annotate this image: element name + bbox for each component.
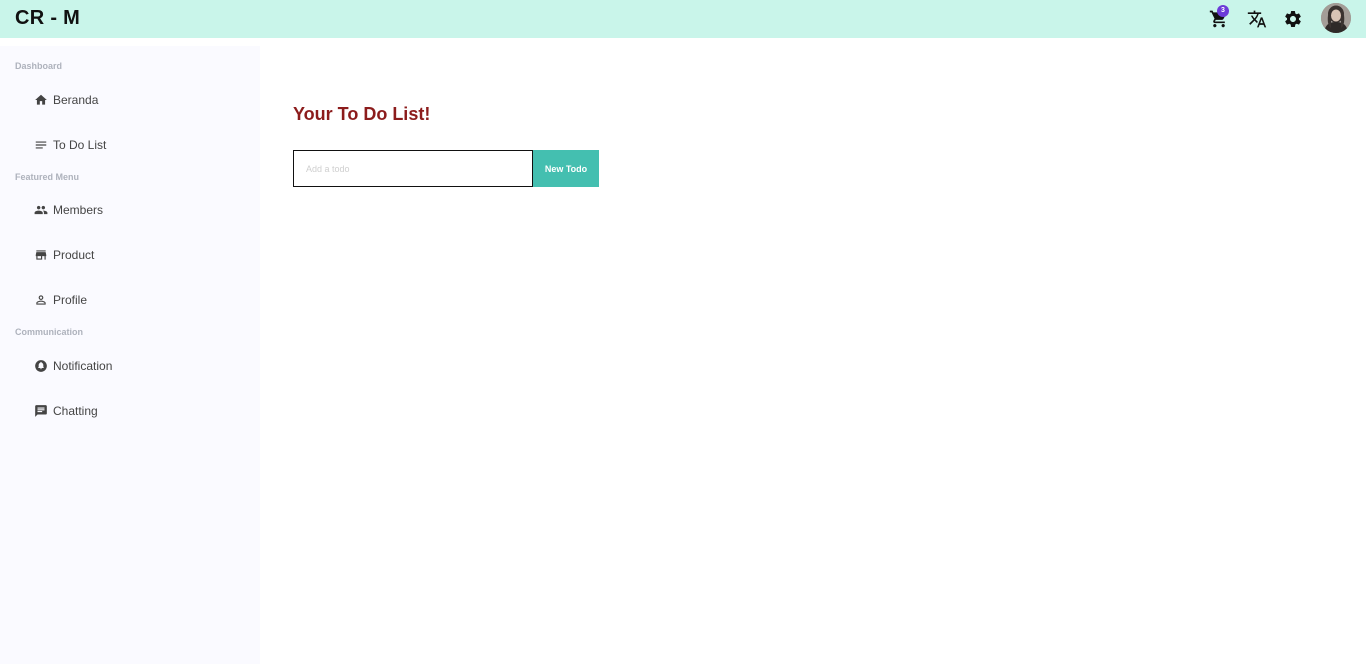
- people-icon: [34, 203, 48, 217]
- sidebar-item-todo-list[interactable]: To Do List: [34, 134, 234, 156]
- sidebar-item-label: Chatting: [53, 404, 98, 418]
- sidebar: Dashboard Beranda To Do List Featured Me…: [0, 46, 260, 664]
- page-title: Your To Do List!: [293, 104, 431, 124]
- sidebar-item-profile[interactable]: Profile: [34, 289, 234, 311]
- sidebar-item-label: Product: [53, 248, 95, 262]
- person-icon: [34, 293, 48, 307]
- sidebar-item-label: Profile: [53, 293, 88, 307]
- sidebar-item-label: Beranda: [53, 93, 99, 107]
- home-icon: [34, 93, 48, 107]
- gear-icon[interactable]: [1281, 7, 1305, 31]
- new-todo-button[interactable]: New Todo: [533, 150, 599, 187]
- translate-icon[interactable]: [1245, 7, 1269, 31]
- sidebar-section-communication: Communication: [15, 327, 84, 337]
- sidebar-section-featured-menu: Featured Menu: [15, 172, 80, 182]
- user-avatar[interactable]: [1321, 3, 1351, 33]
- chat-icon: [34, 404, 48, 418]
- todo-input[interactable]: [293, 150, 533, 187]
- list-icon: [34, 138, 48, 152]
- sidebar-item-product[interactable]: Product: [34, 244, 234, 266]
- cart-count-badge: 3: [1217, 5, 1229, 17]
- top-app-bar: CR - M 3: [0, 0, 1366, 38]
- sidebar-item-chatting[interactable]: Chatting: [34, 400, 234, 422]
- sidebar-item-members[interactable]: Members: [34, 199, 234, 221]
- sidebar-item-label: To Do List: [53, 138, 107, 152]
- sidebar-item-label: Members: [53, 203, 104, 217]
- sidebar-item-notification[interactable]: Notification: [34, 355, 234, 377]
- store-icon: [34, 248, 48, 262]
- brand-logo: CR - M: [15, 7, 81, 29]
- sidebar-item-beranda[interactable]: Beranda: [34, 89, 234, 111]
- sidebar-item-label: Notification: [53, 359, 113, 373]
- bell-icon: [34, 359, 48, 373]
- sidebar-section-dashboard: Dashboard: [15, 61, 63, 71]
